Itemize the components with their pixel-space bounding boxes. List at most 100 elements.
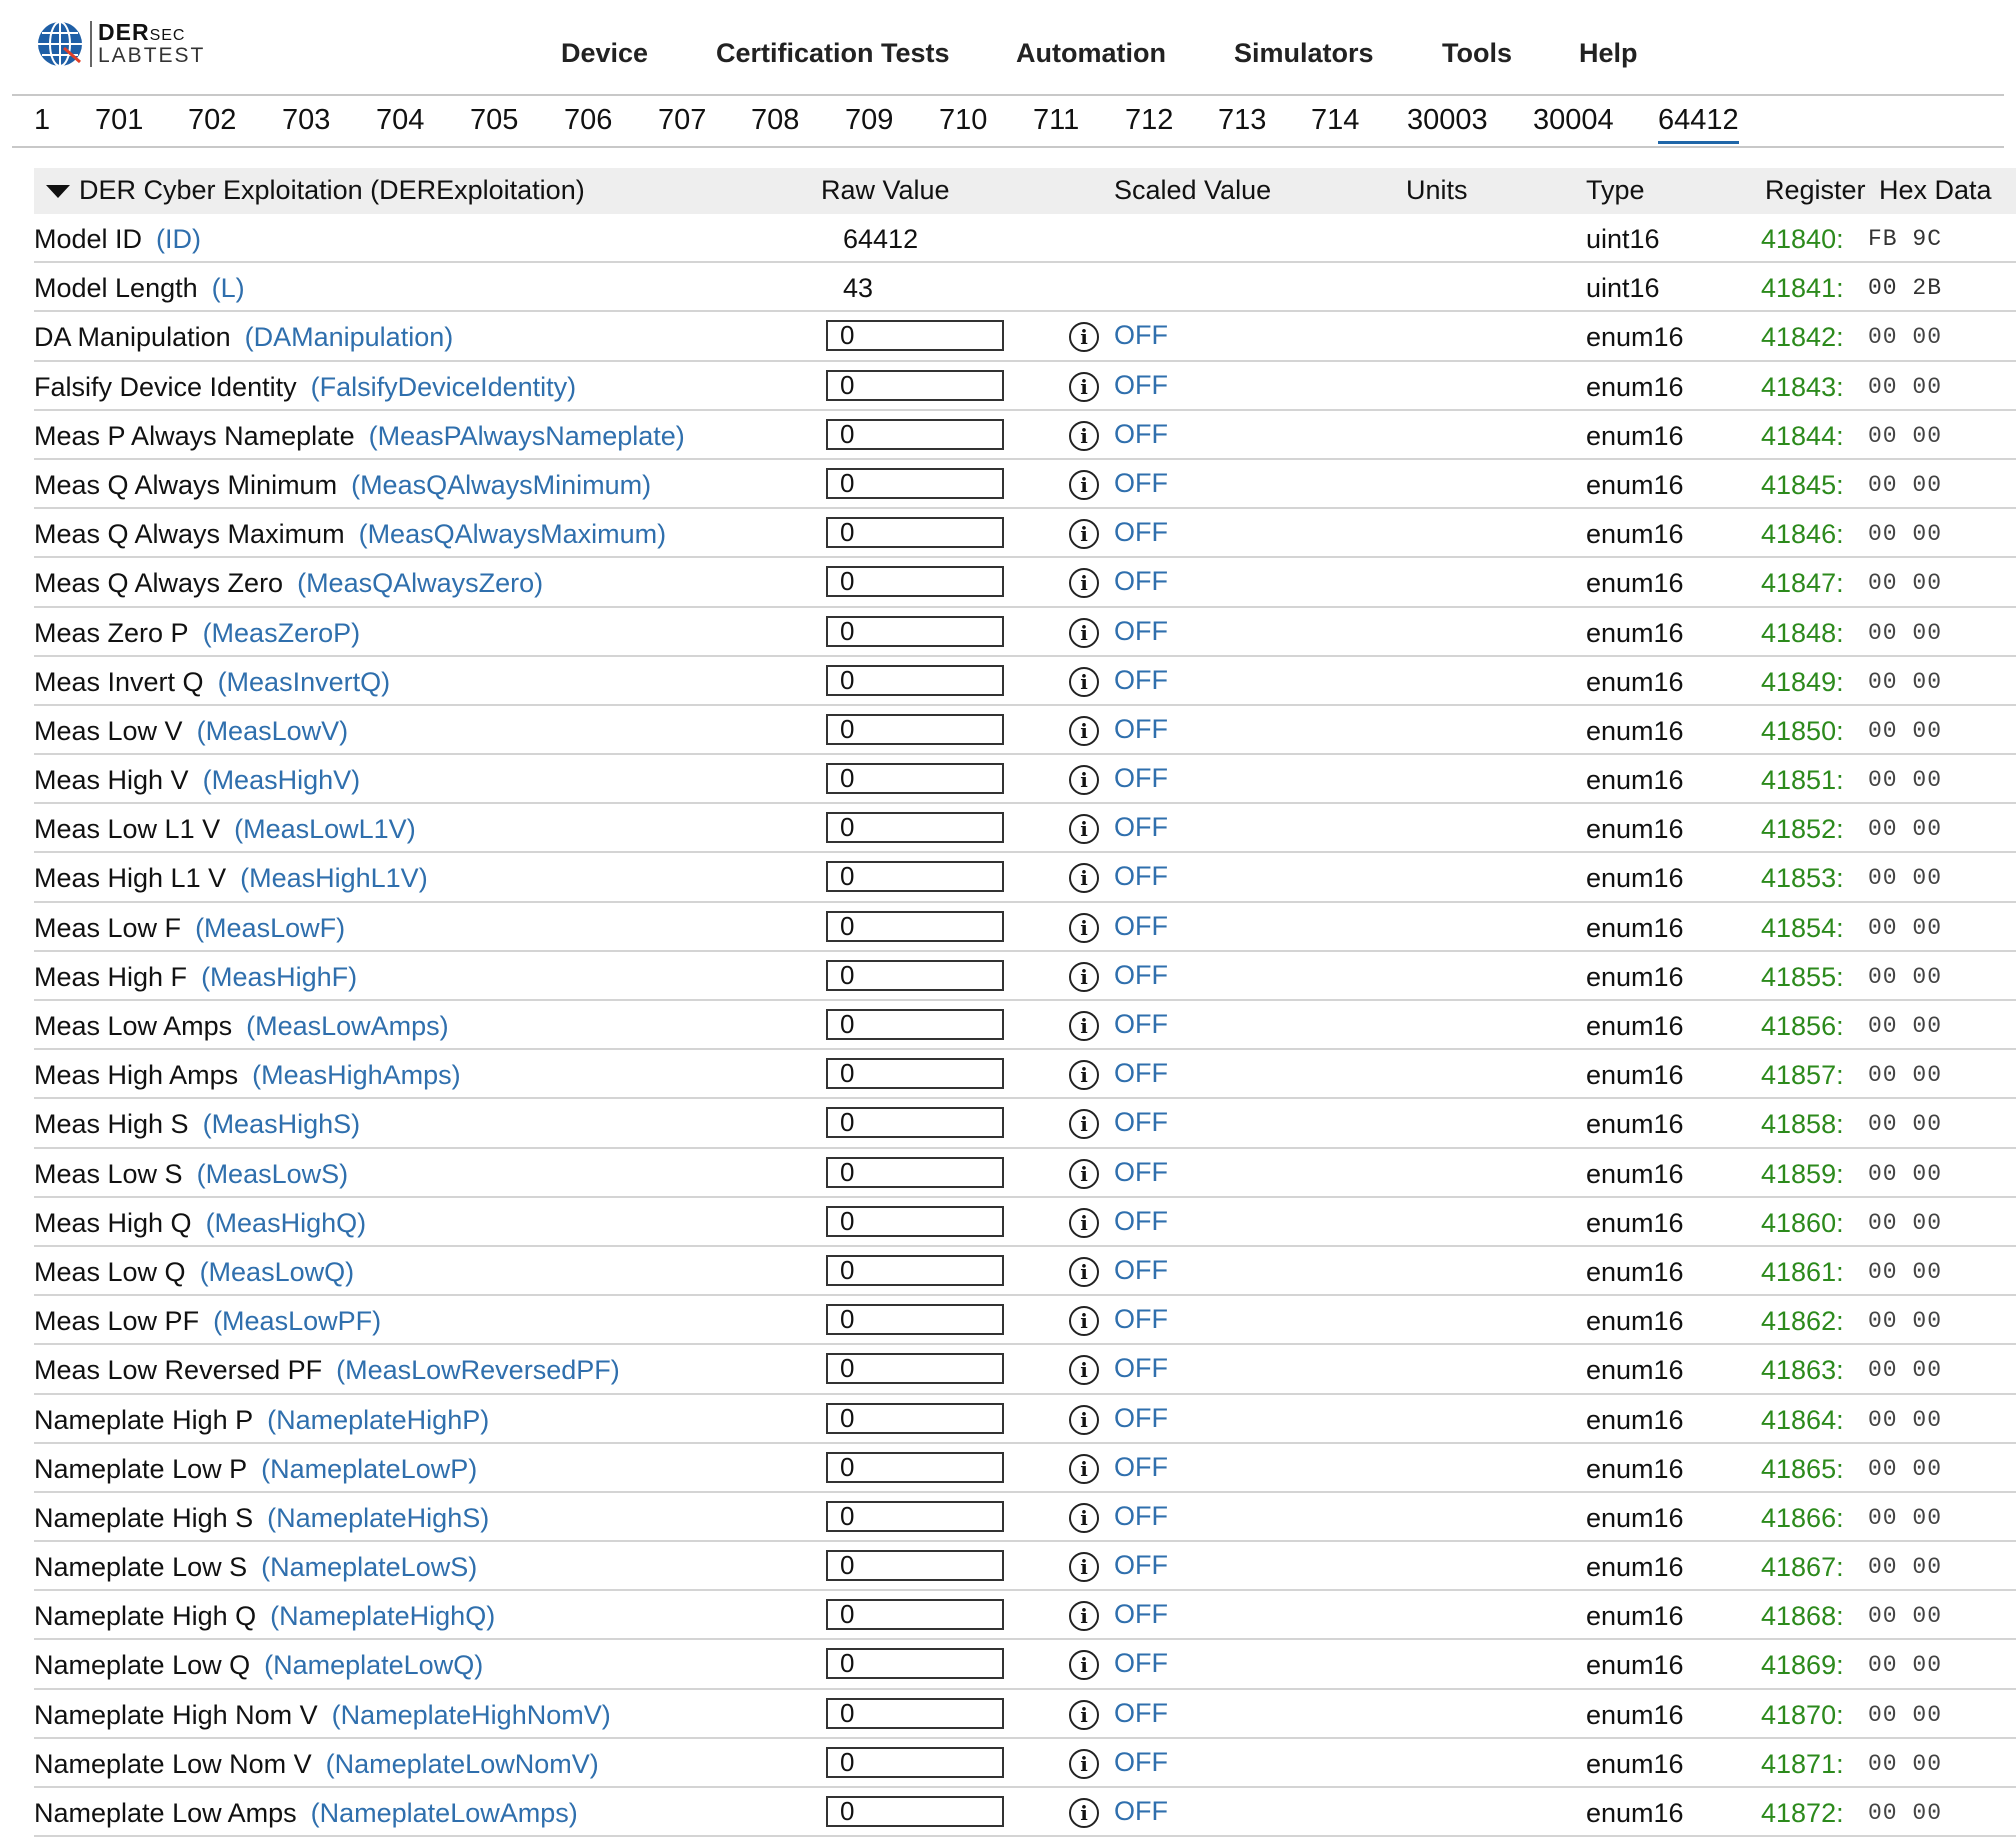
point-id[interactable]: (DAManipulation) (245, 322, 454, 352)
tab-706[interactable]: 706 (564, 104, 612, 137)
tab-702[interactable]: 702 (188, 104, 236, 137)
raw-value-input[interactable]: 0 (826, 1205, 1004, 1237)
nav-tools[interactable]: Tools (1442, 38, 1512, 69)
tab-704[interactable]: 704 (376, 104, 424, 137)
scaled-value[interactable]: OFF (1114, 1304, 1168, 1335)
scaled-value[interactable]: OFF (1114, 419, 1168, 450)
nav-help[interactable]: Help (1579, 38, 1638, 69)
info-icon[interactable]: i (1069, 1601, 1099, 1632)
scaled-value[interactable]: OFF (1114, 1599, 1168, 1630)
scaled-value[interactable]: OFF (1114, 320, 1168, 351)
point-id[interactable]: (MeasHighQ) (206, 1208, 367, 1238)
nav-device[interactable]: Device (561, 38, 648, 69)
nav-certification-tests[interactable]: Certification Tests (716, 38, 950, 69)
raw-value-input[interactable]: 0 (826, 1550, 1004, 1582)
info-icon[interactable]: i (1069, 912, 1099, 943)
scaled-value[interactable]: OFF (1114, 1403, 1168, 1434)
info-icon[interactable]: i (1069, 814, 1099, 845)
point-id[interactable]: (MeasPAlwaysNameplate) (369, 421, 685, 451)
raw-value-input[interactable]: 0 (826, 320, 1004, 352)
scaled-value[interactable]: OFF (1114, 960, 1168, 991)
point-id[interactable]: (MeasHighF) (201, 962, 357, 992)
info-icon[interactable]: i (1069, 1453, 1099, 1484)
point-id[interactable]: (MeasLowS) (197, 1159, 349, 1189)
nav-automation[interactable]: Automation (1016, 38, 1166, 69)
raw-value-input[interactable]: 0 (826, 664, 1004, 696)
scaled-value[interactable]: OFF (1114, 468, 1168, 499)
raw-value-input[interactable]: 0 (826, 1156, 1004, 1188)
scaled-value[interactable]: OFF (1114, 861, 1168, 892)
scaled-value[interactable]: OFF (1114, 1698, 1168, 1729)
tab-708[interactable]: 708 (751, 104, 799, 137)
raw-value-input[interactable]: 0 (826, 1304, 1004, 1336)
scaled-value[interactable]: OFF (1114, 1353, 1168, 1384)
info-icon[interactable]: i (1069, 469, 1099, 500)
raw-value-input[interactable]: 0 (826, 1451, 1004, 1483)
point-id[interactable]: (MeasHighAmps) (252, 1060, 461, 1090)
scaled-value[interactable]: OFF (1114, 763, 1168, 794)
scaled-value[interactable]: OFF (1114, 616, 1168, 647)
tab-714[interactable]: 714 (1311, 104, 1359, 137)
point-id[interactable]: (MeasLowPF) (213, 1306, 381, 1336)
tab-30004[interactable]: 30004 (1533, 104, 1614, 137)
point-id[interactable]: (MeasHighV) (203, 765, 361, 795)
point-id[interactable]: (MeasLowV) (197, 716, 349, 746)
scaled-value[interactable]: OFF (1114, 714, 1168, 745)
point-id[interactable]: (MeasHighL1V) (240, 863, 428, 893)
scaled-value[interactable]: OFF (1114, 1058, 1168, 1089)
raw-value-input[interactable]: 0 (826, 1796, 1004, 1827)
scaled-value[interactable]: OFF (1114, 1157, 1168, 1188)
tab-703[interactable]: 703 (282, 104, 330, 137)
scaled-value[interactable]: OFF (1114, 1648, 1168, 1679)
point-id[interactable]: (FalsifyDeviceIdentity) (311, 372, 577, 402)
raw-value-input[interactable]: 0 (826, 713, 1004, 745)
info-icon[interactable]: i (1069, 519, 1099, 550)
scaled-value[interactable]: OFF (1114, 1206, 1168, 1237)
info-icon[interactable]: i (1069, 322, 1099, 353)
point-id[interactable]: (NameplateHighP) (267, 1405, 489, 1435)
info-icon[interactable]: i (1069, 1060, 1099, 1091)
raw-value-input[interactable]: 0 (826, 517, 1004, 549)
raw-value-input[interactable]: 0 (826, 1058, 1004, 1090)
tab-705[interactable]: 705 (470, 104, 518, 137)
info-icon[interactable]: i (1069, 1256, 1099, 1287)
model-title[interactable]: DER Cyber Exploitation (DERExploitation) (79, 175, 585, 206)
info-icon[interactable]: i (1069, 1207, 1099, 1238)
point-id[interactable]: (NameplateLowS) (261, 1552, 477, 1582)
info-icon[interactable]: i (1069, 1552, 1099, 1583)
point-id[interactable]: (MeasLowQ) (200, 1257, 355, 1287)
info-icon[interactable]: i (1069, 617, 1099, 648)
scaled-value[interactable]: OFF (1114, 1009, 1168, 1040)
point-id[interactable]: (MeasLowReversedPF) (336, 1355, 620, 1385)
scaled-value[interactable]: OFF (1114, 517, 1168, 548)
raw-value-input[interactable]: 0 (826, 861, 1004, 893)
scaled-value[interactable]: OFF (1114, 1452, 1168, 1483)
tab-1[interactable]: 1 (34, 104, 50, 137)
scaled-value[interactable]: OFF (1114, 370, 1168, 401)
tab-701[interactable]: 701 (95, 104, 143, 137)
point-id[interactable]: (NameplateLowNomV) (326, 1749, 599, 1779)
info-icon[interactable]: i (1069, 1158, 1099, 1189)
raw-value-input[interactable]: 0 (826, 959, 1004, 991)
info-icon[interactable]: i (1069, 1699, 1099, 1730)
point-id[interactable]: (MeasQAlwaysZero) (297, 568, 543, 598)
raw-value-input[interactable]: 0 (826, 1009, 1004, 1040)
tab-707[interactable]: 707 (658, 104, 706, 137)
raw-value-input[interactable]: 0 (826, 566, 1004, 598)
caret-down-icon[interactable] (46, 185, 70, 198)
tab-713[interactable]: 713 (1218, 104, 1266, 137)
raw-value-input[interactable]: 0 (826, 1697, 1004, 1729)
raw-value-input[interactable]: 0 (826, 1107, 1004, 1139)
point-id[interactable]: (NameplateHighS) (267, 1503, 489, 1533)
scaled-value[interactable]: OFF (1114, 665, 1168, 696)
raw-value-input[interactable]: 0 (826, 615, 1004, 647)
point-id[interactable]: (MeasZeroP) (203, 618, 361, 648)
info-icon[interactable]: i (1069, 1011, 1099, 1041)
raw-value-input[interactable]: 0 (826, 812, 1004, 844)
info-icon[interactable]: i (1069, 371, 1099, 402)
point-id[interactable]: (MeasQAlwaysMinimum) (351, 470, 651, 500)
scaled-value[interactable]: OFF (1114, 812, 1168, 843)
tab-710[interactable]: 710 (939, 104, 987, 137)
raw-value-input[interactable]: 0 (826, 1402, 1004, 1434)
info-icon[interactable]: i (1069, 1306, 1099, 1337)
